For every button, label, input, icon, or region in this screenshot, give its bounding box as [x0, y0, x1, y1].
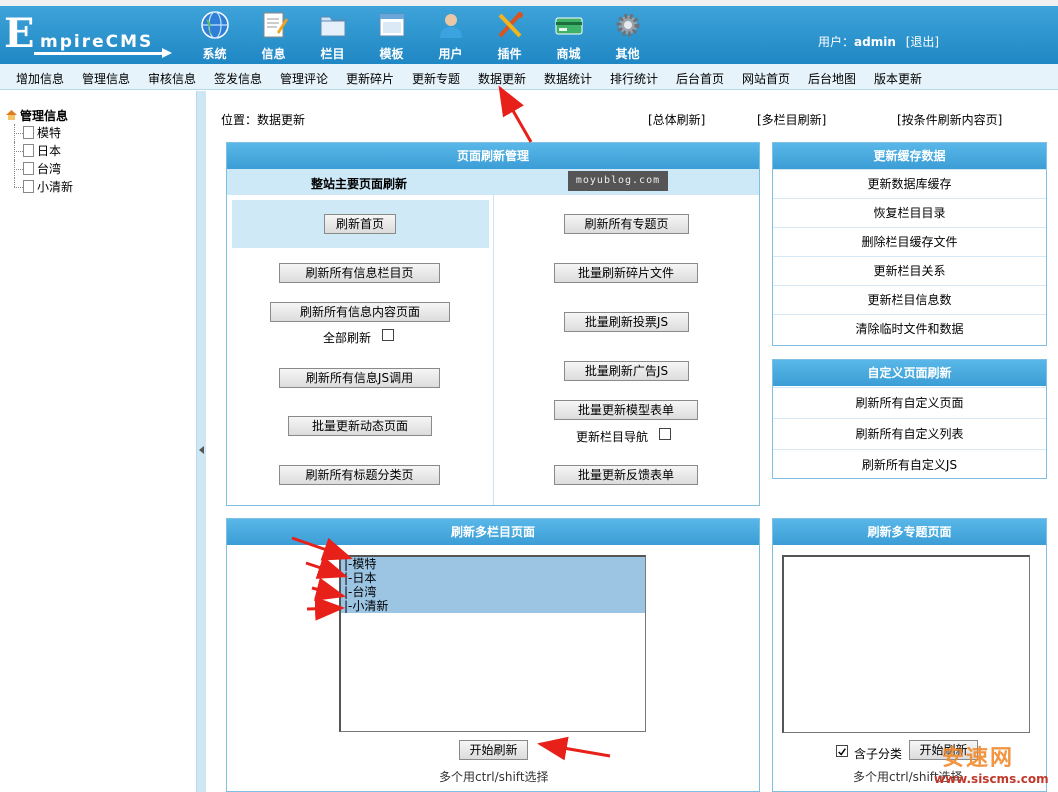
arrow-to-data-update	[498, 85, 533, 143]
arrow-to-option-1	[291, 536, 353, 561]
annotation-arrows	[291, 85, 611, 761]
arrow-to-option-3	[311, 577, 346, 601]
arrow-to-option-4	[306, 596, 345, 621]
arrow-to-option-2	[305, 556, 348, 579]
arrow-to-start-button	[537, 736, 611, 761]
